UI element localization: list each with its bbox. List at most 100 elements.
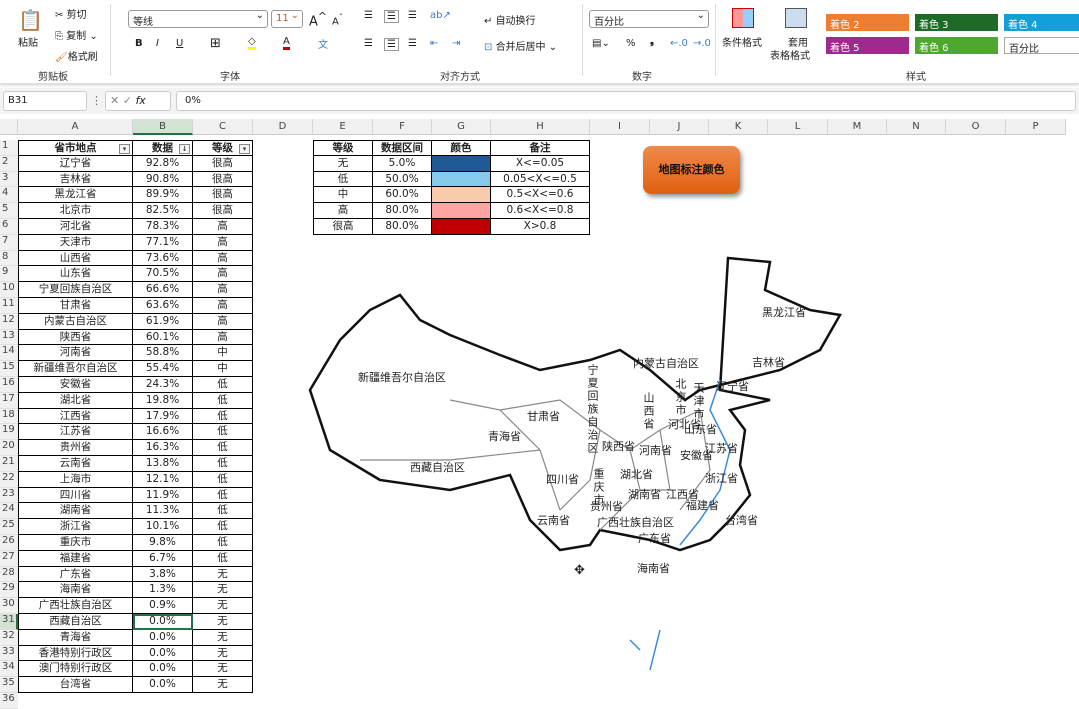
column-header[interactable]: G (432, 119, 491, 135)
legend-range-cell[interactable]: 5.0% (373, 155, 432, 172)
location-cell[interactable]: 香港特别行政区 (18, 645, 133, 662)
column-header[interactable]: H (491, 119, 590, 135)
row-header[interactable]: 7 (0, 234, 18, 251)
copy-button[interactable]: ⎘ 复制 ⌄ (55, 27, 98, 42)
level-cell[interactable]: 无 (193, 645, 253, 662)
location-cell[interactable]: 辽宁省 (18, 155, 133, 172)
legend-color-cell[interactable] (432, 219, 491, 235)
row-header[interactable]: 30 (0, 598, 18, 614)
level-cell[interactable]: 高 (193, 266, 253, 283)
location-cell[interactable]: 新疆维吾尔自治区 (18, 361, 133, 377)
value-cell[interactable]: 90.8% (133, 171, 193, 188)
legend-color-cell[interactable] (432, 155, 491, 172)
row-header[interactable]: 25 (0, 519, 18, 535)
cancel-icon[interactable]: ✕ (110, 94, 123, 107)
value-cell[interactable]: 16.6% (133, 424, 193, 441)
align-top-icon[interactable]: ☰ (364, 10, 373, 21)
row-header[interactable]: 4 (0, 187, 18, 204)
level-cell[interactable]: 很高 (193, 155, 253, 172)
row-header[interactable]: 10 (0, 282, 18, 298)
table-header[interactable]: 省市地点 ▾ (18, 140, 133, 156)
fill-color-icon[interactable]: ◇ (248, 36, 256, 50)
value-cell[interactable]: 0.9% (133, 598, 193, 614)
row-header[interactable]: 35 (0, 677, 18, 693)
level-cell[interactable]: 低 (193, 440, 253, 456)
value-cell[interactable]: 66.6% (133, 282, 193, 298)
legend-level-cell[interactable]: 低 (313, 171, 373, 188)
column-header[interactable]: E (313, 119, 373, 135)
level-cell[interactable]: 低 (193, 519, 253, 535)
location-cell[interactable]: 重庆市 (18, 535, 133, 551)
level-cell[interactable]: 低 (193, 424, 253, 441)
value-cell[interactable]: 1.3% (133, 582, 193, 599)
location-cell[interactable]: 湖北省 (18, 392, 133, 409)
formula-input[interactable]: 0% (176, 91, 1076, 111)
level-cell[interactable]: 高 (193, 250, 253, 267)
orientation-icon[interactable]: ab↗ (430, 10, 451, 21)
value-cell[interactable]: 82.5% (133, 203, 193, 219)
legend-note-cell[interactable]: X>0.8 (491, 219, 590, 235)
level-cell[interactable]: 高 (193, 282, 253, 298)
filter-dropdown-icon[interactable]: ↓ (179, 144, 190, 154)
level-cell[interactable]: 中 (193, 361, 253, 377)
row-header[interactable]: 13 (0, 329, 18, 346)
value-cell[interactable]: 58.8% (133, 345, 193, 362)
phonetic-icon[interactable]: 文 (318, 36, 328, 51)
level-cell[interactable]: 低 (193, 487, 253, 504)
legend-header[interactable]: 等级 (313, 140, 373, 156)
value-cell[interactable]: 12.1% (133, 471, 193, 488)
level-cell[interactable]: 无 (193, 677, 253, 693)
location-cell[interactable]: 四川省 (18, 487, 133, 504)
value-cell[interactable]: 55.4% (133, 361, 193, 377)
comma-button[interactable]: ❟ (650, 36, 654, 47)
location-cell[interactable]: 江西省 (18, 408, 133, 425)
level-cell[interactable]: 无 (193, 598, 253, 614)
row-header[interactable]: 14 (0, 345, 18, 362)
column-header[interactable]: K (709, 119, 768, 135)
level-cell[interactable]: 低 (193, 550, 253, 567)
cell-style-tile[interactable]: 着色 2 (826, 14, 909, 31)
row-header[interactable]: 32 (0, 629, 18, 646)
row-header[interactable]: 24 (0, 503, 18, 520)
row-header[interactable]: 23 (0, 487, 18, 504)
location-cell[interactable]: 河南省 (18, 345, 133, 362)
level-cell[interactable]: 无 (193, 566, 253, 583)
location-cell[interactable]: 宁夏回族自治区 (18, 282, 133, 298)
row-header[interactable]: 16 (0, 377, 18, 393)
level-cell[interactable]: 无 (193, 582, 253, 599)
wrap-text-button[interactable]: ↵ 自动换行 (484, 12, 536, 27)
value-cell[interactable]: 16.3% (133, 440, 193, 456)
legend-color-cell[interactable] (432, 187, 491, 204)
location-cell[interactable]: 海南省 (18, 582, 133, 599)
level-cell[interactable]: 低 (193, 471, 253, 488)
merge-center-button[interactable]: ⊡ 合并后居中 ⌄ (484, 38, 557, 53)
row-header[interactable]: 28 (0, 566, 18, 583)
value-cell[interactable]: 6.7% (133, 550, 193, 567)
level-cell[interactable]: 低 (193, 535, 253, 551)
align-center-icon[interactable]: ☰ (384, 38, 399, 51)
row-header[interactable]: 34 (0, 661, 18, 678)
value-cell[interactable]: 0.0% (133, 645, 193, 662)
row-header[interactable]: 17 (0, 392, 18, 409)
location-cell[interactable]: 西藏自治区 (18, 614, 133, 630)
level-cell[interactable]: 低 (193, 503, 253, 520)
increase-decimal-icon[interactable]: ←.0 (670, 38, 688, 49)
level-cell[interactable]: 低 (193, 456, 253, 472)
cell-style-tile[interactable]: 着色 5 (826, 37, 909, 54)
number-format-select[interactable]: 百分比 (589, 10, 709, 28)
paste-button[interactable]: 粘贴 (18, 34, 38, 49)
level-cell[interactable]: 高 (193, 219, 253, 235)
italic-button[interactable]: I (156, 38, 159, 49)
location-cell[interactable]: 江苏省 (18, 424, 133, 441)
row-header[interactable]: 31 (0, 614, 18, 630)
row-header[interactable]: 12 (0, 313, 18, 330)
location-cell[interactable]: 山西省 (18, 250, 133, 267)
value-cell[interactable]: 17.9% (133, 408, 193, 425)
location-cell[interactable]: 广西壮族自治区 (18, 598, 133, 614)
location-cell[interactable]: 黑龙江省 (18, 187, 133, 204)
row-header[interactable]: 19 (0, 424, 18, 441)
column-header[interactable]: B (133, 119, 193, 135)
underline-button[interactable]: U (176, 38, 183, 49)
cell-style-tile[interactable]: 着色 6 (915, 37, 998, 54)
name-box[interactable]: B31 (3, 91, 87, 111)
